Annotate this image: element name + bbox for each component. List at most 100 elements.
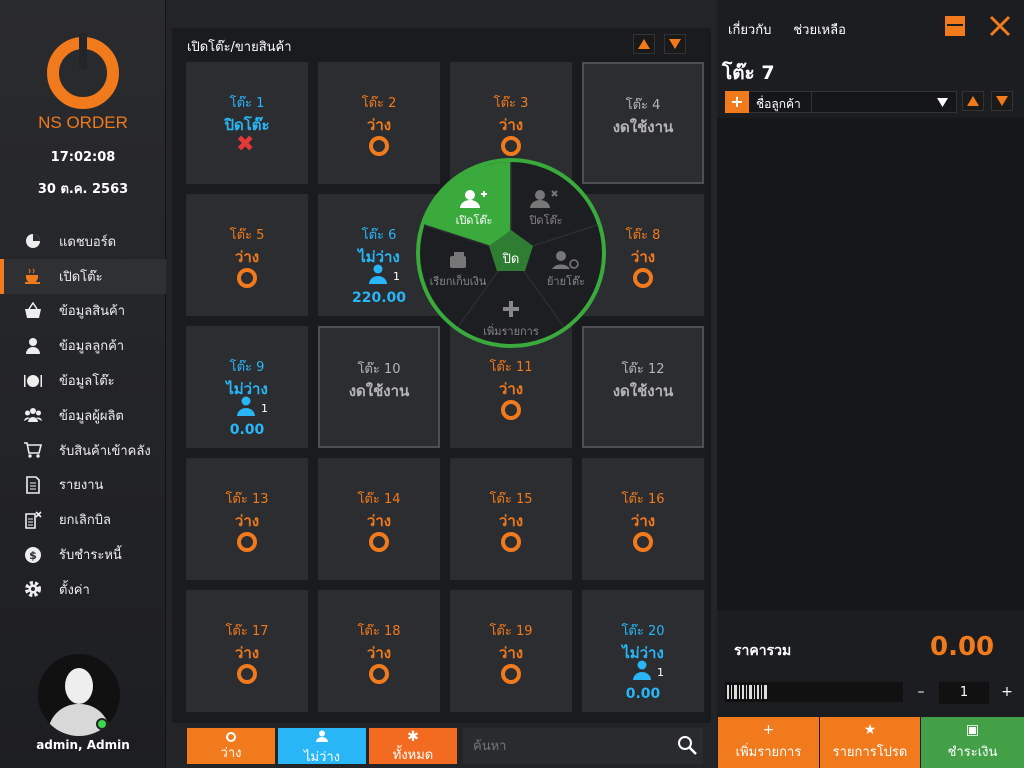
sidebar-item-label: รับสินค้าเข้าคลัง [59,443,151,459]
sidebar-item-label: ยกเลิกบิล [59,513,111,529]
table-tile[interactable]: โต๊ะ 15 ว่าง [450,458,572,580]
arrow-up-icon [967,96,979,106]
table-tile[interactable]: โต๊ะ 17 ว่าง [186,590,308,712]
radial-bill-label: เรียกเก็บเงิน [429,275,487,288]
table-status: ว่าง [366,512,392,530]
filter-all-label: ทั้งหมด [392,748,434,763]
add-item-button[interactable]: + เพิ่มรายการ [718,717,819,768]
scroll-down-button[interactable] [664,34,686,54]
table-name: โต๊ะ 3 [493,96,529,111]
sidebar-item-dashboard[interactable]: แดชบอร์ด [0,224,166,259]
filter-free-button[interactable]: ว่าง [187,728,275,764]
order-item-list[interactable] [717,118,1024,610]
sidebar-item-customers[interactable]: ข้อมูลลูกค้า [0,328,166,363]
sidebar-nav: แดชบอร์ด เปิดโต๊ะ ข้อมูลสินค้า ข้อมูลลูก… [0,224,166,607]
table-tile[interactable]: โต๊ะ 5 ว่าง [186,194,308,316]
free-ring-icon [369,136,389,156]
close-icon[interactable] [989,15,1011,37]
table-tile[interactable]: โต๊ะ 1 ปิดโต๊ะ ✖ [186,62,308,184]
table-tile[interactable]: โต๊ะ 19 ว่าง [450,590,572,712]
closed-x-icon: ✖ [236,132,255,157]
user-name: admin, Admin [36,738,130,752]
sidebar-item-debt-payment[interactable]: $ รับชำระหนี้ [0,537,166,572]
date: 30 ต.ค. 2563 [37,182,129,197]
sidebar-item-label: ข้อมูลผู้ผลิต [59,408,124,424]
online-status-icon [96,718,108,730]
table-status: ว่าง [366,116,392,134]
help-link[interactable]: ช่วยเหลือ [793,23,846,38]
free-ring-icon [237,664,257,684]
free-ring-icon [501,136,521,156]
sidebar-item-tables[interactable]: ข้อมูลโต๊ะ [0,363,166,398]
group-icon [24,408,42,423]
sidebar-item-label: ข้อมูลสินค้า [59,304,126,320]
sidebar-item-settings[interactable]: ตั้งค่า [0,572,166,607]
guest-count-value: 1 [261,402,268,415]
barcode-input[interactable] [725,682,903,702]
customer-select[interactable]: ชื่อลูกค้า [725,91,957,113]
sidebar-item-stock-in[interactable]: รับสินค้าเข้าคลัง [0,433,166,468]
scroll-up-button[interactable] [633,34,655,54]
radial-open-label: เปิดโต๊ะ [455,214,493,227]
table-tile[interactable]: โต๊ะ 14 ว่าง [318,458,440,580]
table-status: ว่าง [498,380,524,398]
table-status: ว่าง [234,512,260,530]
table-amount: 0.00 [229,422,265,438]
customer-up-button[interactable] [962,91,984,111]
star-icon: ★ [863,722,877,738]
sidebar-item-label: เปิดโต๊ะ [59,269,103,285]
dollar-icon: $ [25,546,41,563]
qty-plus-button[interactable]: + [995,682,1019,704]
search-box [463,728,703,764]
qty-input[interactable]: 1 [939,682,989,704]
total-value: 0.00 [930,632,995,662]
sidebar-item-reports[interactable]: รายงาน [0,468,166,503]
person-icon [369,264,387,284]
arrow-up-icon [638,39,650,49]
customer-down-button[interactable] [991,91,1013,111]
search-icon[interactable] [677,735,697,755]
table-name: โต๊ะ 19 [489,624,533,639]
plus-icon: + [762,722,775,738]
table-status: ว่าง [234,248,260,266]
table-name: โต๊ะ 4 [625,98,661,113]
page-title: เปิดโต๊ะ/ขายสินค้า [187,40,292,55]
qty-minus-button[interactable]: – [909,682,933,704]
table-tile[interactable]: โต๊ะ 16 ว่าง [582,458,704,580]
filter-busy-button[interactable]: ไม่ว่าง [278,728,366,765]
favorites-button[interactable]: ★ รายการโปรด [820,717,920,768]
table-name: โต๊ะ 9 [229,360,265,375]
table-name: โต๊ะ 17 [225,624,269,639]
sidebar-item-products[interactable]: ข้อมูลสินค้า [0,294,166,329]
table-name: โต๊ะ 12 [621,362,665,377]
asterisk-icon: ✱ [407,729,419,745]
radial-move-label: ย้ายโต๊ะ [546,275,586,288]
sidebar-item-cancel-bill[interactable]: ยกเลิกบิล [0,502,166,537]
document-icon [26,476,40,494]
top-links: เกี่ยวกับ ช่วยเหลือ [728,19,868,40]
sidebar-item-open-table[interactable]: เปิดโต๊ะ [0,258,166,294]
free-ring-icon [633,268,653,288]
add-customer-button[interactable]: + [725,91,749,113]
table-tile[interactable]: โต๊ะ 9 ไม่ว่าง 1 0.00 [186,326,308,448]
pay-button[interactable]: ▣ ชำระเงิน [921,717,1024,768]
table-tile[interactable]: โต๊ะ 20 ไม่ว่าง 1 0.00 [582,590,704,712]
sidebar-item-suppliers[interactable]: ข้อมูลผู้ผลิต [0,398,166,433]
free-ring-icon [501,664,521,684]
search-input[interactable] [463,728,653,764]
gear-icon [25,581,41,598]
table-tile[interactable]: โต๊ะ 13 ว่าง [186,458,308,580]
window-icon[interactable] [944,15,966,37]
selected-table-title: โต๊ะ 7 [722,62,775,84]
filter-free-label: ว่าง [220,746,242,761]
guest-count-value: 1 [657,666,664,679]
about-link[interactable]: เกี่ยวกับ [728,23,771,38]
sidebar-item-label: ตั้งค่า [59,582,90,598]
coffee-icon [25,268,40,285]
pie-chart-icon [26,234,40,249]
table-name: โต๊ะ 11 [489,360,533,375]
table-tile[interactable]: โต๊ะ 18 ว่าง [318,590,440,712]
filter-all-button[interactable]: ✱ ทั้งหมด [369,728,457,764]
free-ring-icon [237,532,257,552]
table-name: โต๊ะ 5 [229,228,265,243]
